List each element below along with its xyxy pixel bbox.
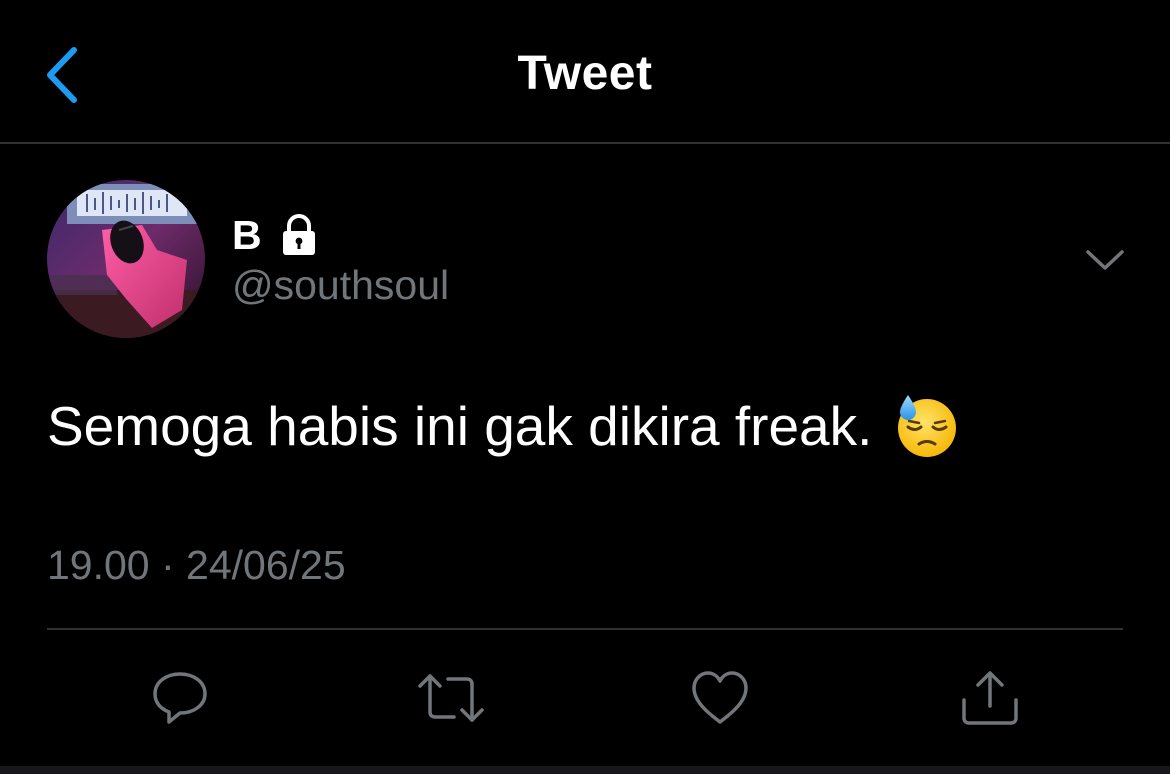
avatar-photo <box>47 180 205 338</box>
heart-icon <box>692 671 748 724</box>
chevron-down-icon <box>1086 250 1124 270</box>
retweet-button[interactable] <box>418 668 484 728</box>
retweet-icon <box>418 674 484 722</box>
tweet-timestamp: 19.00 · 24/06/25 <box>47 542 346 588</box>
divider <box>47 628 1123 630</box>
share-button[interactable] <box>960 668 1020 728</box>
bottom-separator <box>0 766 1170 774</box>
reply-icon <box>153 672 207 724</box>
author-name[interactable]: B <box>232 214 262 256</box>
downcast-face-with-sweat-emoji <box>898 395 957 457</box>
reply-button[interactable] <box>150 668 210 728</box>
tweet-detail-page: Tweet B @southsoul Semoga habis ini gak … <box>0 0 1170 774</box>
like-button[interactable] <box>690 668 750 728</box>
author-name-row[interactable]: B <box>232 210 322 260</box>
top-navigation-bar: Tweet <box>0 0 1170 144</box>
more-options-button[interactable] <box>1082 240 1128 280</box>
avatar[interactable] <box>47 180 205 338</box>
tweet-body: Semoga habis ini gak dikira freak. <box>47 393 960 459</box>
tweet-text: Semoga habis ini gak dikira freak. <box>47 394 873 457</box>
author-handle[interactable]: @southsoul <box>232 265 449 306</box>
page-title: Tweet <box>517 47 653 100</box>
lock-icon <box>282 214 315 255</box>
share-icon <box>962 671 1018 725</box>
